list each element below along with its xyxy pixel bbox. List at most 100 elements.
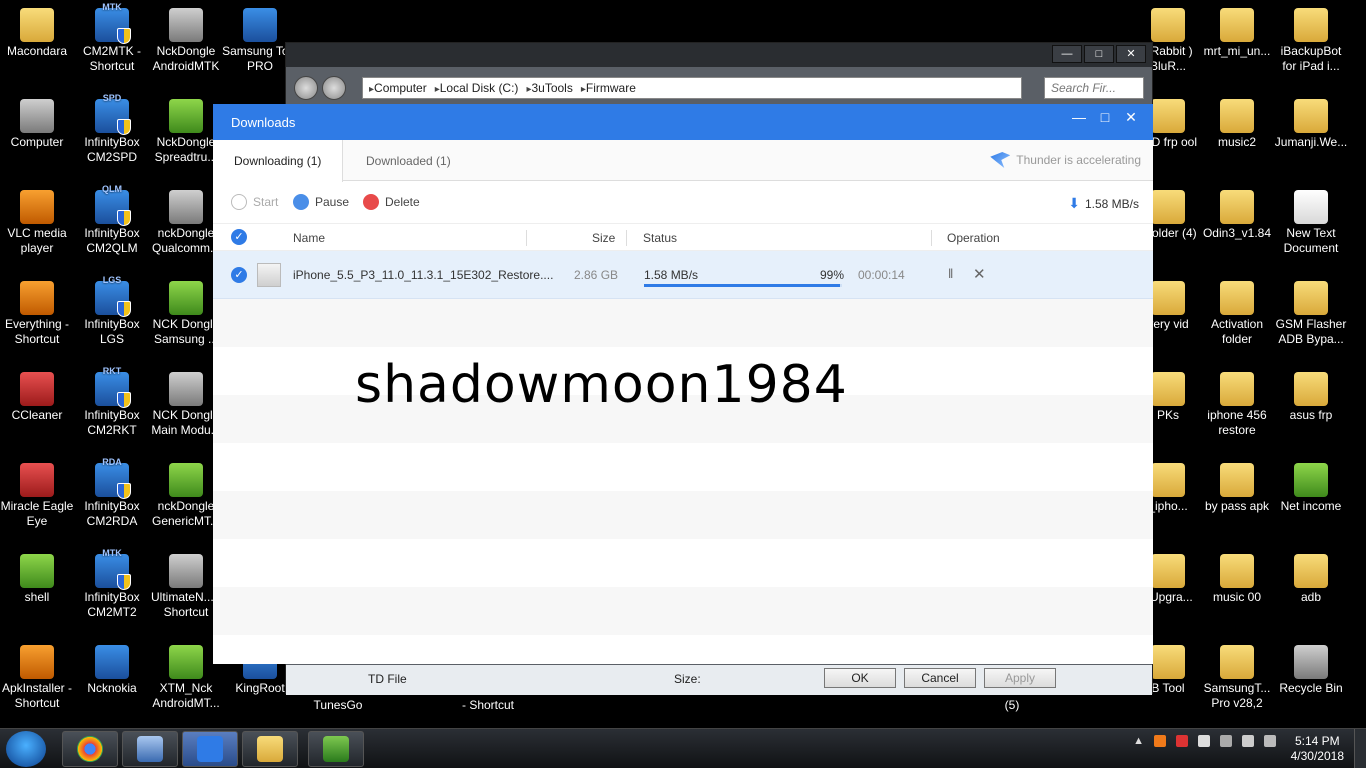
- explorer-search-input[interactable]: Search Fir...: [1044, 77, 1144, 99]
- desktop-icon[interactable]: mrt_mi_un...: [1199, 8, 1275, 59]
- taskbar-download-manager[interactable]: [308, 731, 364, 767]
- desktop-app-icon: [20, 463, 54, 497]
- start-button[interactable]: Start: [231, 194, 278, 210]
- cancel-button[interactable]: Cancel: [904, 668, 976, 688]
- tray-app-icon[interactable]: [1154, 735, 1166, 747]
- tray-app-icon[interactable]: [1220, 735, 1232, 747]
- downloads-titlebar[interactable]: Downloads — □ ✕: [213, 104, 1153, 140]
- desktop-icon-label: Jumanji.We...: [1274, 135, 1348, 149]
- tab-downloading[interactable]: Downloading (1): [213, 140, 343, 182]
- desktop-icon[interactable]: Ncknokia: [74, 645, 150, 696]
- desktop-icon[interactable]: music 00: [1199, 554, 1275, 605]
- clock[interactable]: 5:14 PM 4/30/2018: [1291, 734, 1344, 764]
- pause-button[interactable]: Pause: [293, 194, 349, 210]
- breadcrumb-3utools[interactable]: 3uTools: [526, 81, 572, 95]
- desktop-icon[interactable]: Macondara: [0, 8, 75, 59]
- desktop-icon[interactable]: music2: [1199, 99, 1275, 150]
- desktop-icon[interactable]: QLM InfinityBox CM2QLM: [74, 184, 150, 256]
- desktop-icon[interactable]: SPD InfinityBox CM2SPD: [74, 93, 150, 165]
- desktop-app-icon: [1220, 190, 1254, 224]
- explorer-window-controls: — □ ✕: [1052, 45, 1146, 63]
- thunder-text: Thunder is accelerating: [1016, 153, 1141, 167]
- maximize-button[interactable]: □: [1097, 109, 1113, 126]
- desktop-icon[interactable]: Computer: [0, 99, 75, 150]
- column-status[interactable]: Status: [643, 231, 677, 245]
- show-desktop-button[interactable]: [1354, 729, 1366, 768]
- desktop-icon[interactable]: asus frp: [1273, 372, 1349, 423]
- explorer-close-button[interactable]: ✕: [1116, 45, 1146, 63]
- file-icon: [257, 263, 281, 287]
- start-menu-button[interactable]: [6, 731, 46, 767]
- row-checkbox[interactable]: ✓: [231, 267, 247, 283]
- desktop-icon[interactable]: ApkInstaller - Shortcut: [0, 645, 75, 711]
- desktop-icon[interactable]: CCleaner: [0, 372, 75, 423]
- breadcrumb-computer[interactable]: Computer: [369, 81, 427, 95]
- desktop-icon[interactable]: Net income: [1273, 463, 1349, 514]
- desktop-icon-label: InfinityBox CM2RKT: [84, 408, 140, 437]
- desktop-icon[interactable]: NckDongle AndroidMTK: [148, 8, 224, 74]
- desktop-app-icon: LGS: [95, 275, 131, 317]
- row-delete-icon[interactable]: ✕: [973, 265, 986, 283]
- row-pause-icon[interactable]: ‖: [948, 266, 953, 281]
- chrome-icon: [77, 736, 103, 762]
- column-operation[interactable]: Operation: [947, 231, 1000, 245]
- desktop-icon[interactable]: RKT InfinityBox CM2RKT: [74, 366, 150, 438]
- desktop-icon[interactable]: SamsungT... Pro v28,2: [1199, 645, 1275, 711]
- back-button[interactable]: [294, 76, 318, 100]
- desktop-app-icon: [20, 8, 54, 42]
- taskbar-computer[interactable]: [122, 731, 178, 767]
- desktop-icon[interactable]: by pass apk: [1199, 463, 1275, 514]
- desktop-icon[interactable]: adb: [1273, 554, 1349, 605]
- select-all-checkbox[interactable]: ✓: [231, 229, 247, 245]
- minimize-button[interactable]: —: [1071, 109, 1087, 126]
- desktop-icon[interactable]: VLC media player: [0, 190, 75, 256]
- tray-expand-icon[interactable]: ▲: [1133, 735, 1144, 747]
- breadcrumb-local-disk[interactable]: Local Disk (C:): [435, 81, 519, 95]
- tab-downloaded[interactable]: Downloaded (1): [366, 140, 451, 181]
- desktop-icon[interactable]: Odin3_v1.84: [1199, 190, 1275, 241]
- desktop-icon[interactable]: Miracle Eagle Eye: [0, 463, 75, 529]
- desktop-icon-label: Ncknokia: [87, 681, 137, 695]
- tray-app-icon[interactable]: [1176, 735, 1188, 747]
- forward-button[interactable]: [322, 76, 346, 100]
- close-button[interactable]: ✕: [1123, 109, 1139, 126]
- network-icon[interactable]: [1242, 735, 1254, 747]
- explorer-maximize-button[interactable]: □: [1084, 45, 1114, 63]
- icon-badge: RKT: [102, 366, 122, 376]
- volume-icon[interactable]: [1264, 735, 1276, 747]
- breadcrumb-firmware[interactable]: Firmware: [581, 81, 636, 95]
- desktop-icon-label: Everything - Shortcut: [4, 317, 70, 346]
- apply-button[interactable]: Apply: [984, 668, 1056, 688]
- desktop-app-icon: [1151, 372, 1185, 406]
- desktop-icon-shortcut[interactable]: - Shortcut: [450, 698, 526, 713]
- desktop-icon[interactable]: Jumanji.We...: [1273, 99, 1349, 150]
- address-bar[interactable]: Computer Local Disk (C:) 3uTools Firmwar…: [362, 77, 1022, 99]
- desktop-icon[interactable]: LGS InfinityBox LGS: [74, 275, 150, 347]
- taskbar-explorer[interactable]: [242, 731, 298, 767]
- explorer-titlebar[interactable]: [286, 43, 1152, 67]
- download-row[interactable]: ✓ iPhone_5.5_P3_11.0_11.3.1_15E302_Resto…: [213, 251, 1153, 299]
- desktop-icon[interactable]: iBackupBot for iPad i...: [1273, 8, 1349, 74]
- taskbar-3utools[interactable]: [182, 731, 238, 767]
- column-size[interactable]: Size: [592, 231, 615, 245]
- desktop-icon-tunesgo[interactable]: TunesGo: [300, 698, 376, 713]
- desktop-icon[interactable]: Activation folder: [1199, 281, 1275, 347]
- desktop-icon[interactable]: MTK CM2MTK - Shortcut: [74, 2, 150, 74]
- desktop-icon[interactable]: iphone 456 restore: [1199, 372, 1275, 438]
- tray-app-icon[interactable]: [1198, 735, 1210, 747]
- desktop-icon[interactable]: shell: [0, 554, 75, 605]
- desktop-icon[interactable]: New Text Document: [1273, 190, 1349, 256]
- taskbar-chrome[interactable]: [62, 731, 118, 767]
- delete-button[interactable]: Delete: [363, 194, 420, 210]
- desktop-icon[interactable]: Recycle Bin: [1273, 645, 1349, 696]
- desktop-icon[interactable]: MTK InfinityBox CM2MT2: [74, 548, 150, 620]
- desktop-icon-label: InfinityBox CM2RDA: [84, 499, 140, 528]
- desktop-icon-folder-5[interactable]: (5): [974, 698, 1050, 713]
- ok-button[interactable]: OK: [824, 668, 896, 688]
- desktop-icon[interactable]: Everything - Shortcut: [0, 281, 75, 347]
- explorer-minimize-button[interactable]: —: [1052, 45, 1082, 63]
- desktop-icon[interactable]: RDA InfinityBox CM2RDA: [74, 457, 150, 529]
- file-name: iPhone_5.5_P3_11.0_11.3.1_15E302_Restore…: [293, 268, 554, 282]
- desktop-icon[interactable]: GSM Flasher ADB Bypa...: [1273, 281, 1349, 347]
- column-name[interactable]: Name: [293, 231, 325, 245]
